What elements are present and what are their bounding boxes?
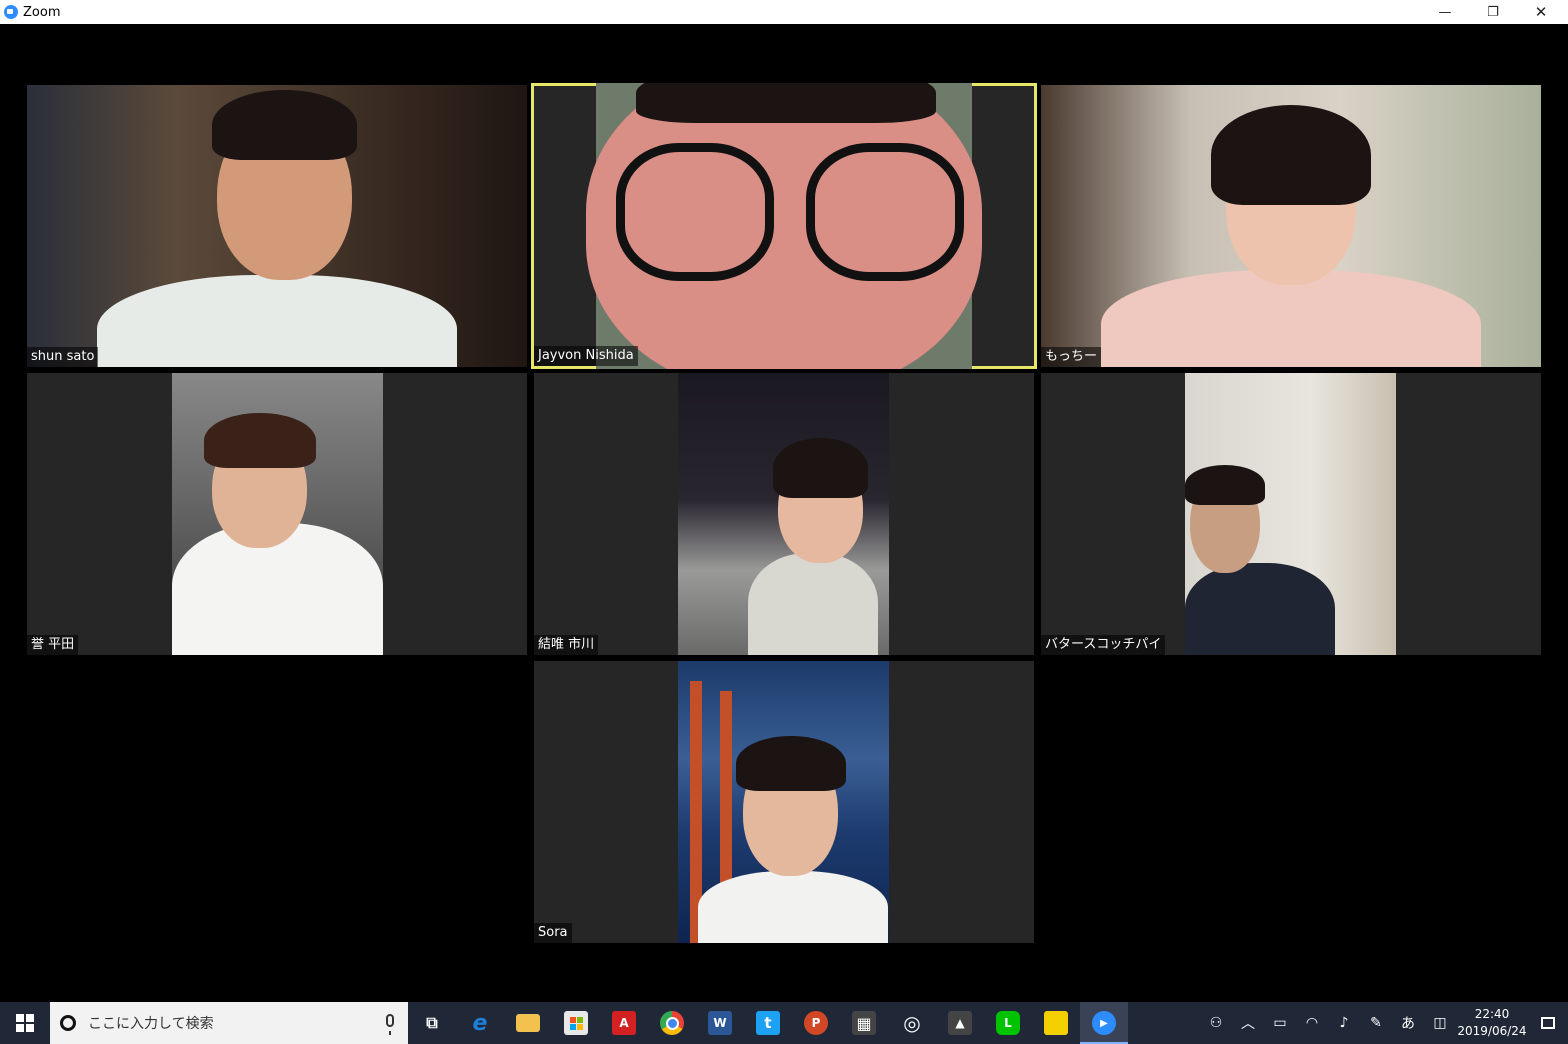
twitter-icon: t <box>756 1011 780 1035</box>
ime-indicator[interactable]: あ <box>1392 1002 1424 1044</box>
sticky-notes-icon <box>1044 1011 1068 1035</box>
sticky-notes-button[interactable] <box>1032 1002 1080 1044</box>
participant-name: もっちー <box>1041 347 1102 367</box>
video-feed <box>172 373 383 655</box>
chrome-icon <box>660 1011 684 1035</box>
video-tile-hirata[interactable]: 誉 平田 <box>27 373 527 655</box>
participant-name: 結唯 市川 <box>534 635 599 655</box>
gallery-view: shun sato Jayvon Nishida もっちー 誉 平田 結唯 市川… <box>0 24 1568 1002</box>
powerpoint-icon: P <box>804 1011 828 1035</box>
notification-icon <box>1541 1017 1555 1029</box>
video-feed <box>27 85 527 367</box>
ime-mode-icon[interactable]: ◫ <box>1424 1002 1456 1044</box>
groove-icon: ◎ <box>903 1011 921 1035</box>
file-explorer-button[interactable] <box>504 1002 552 1044</box>
minimize-button[interactable]: — <box>1422 0 1468 24</box>
window-title: Zoom <box>23 4 61 20</box>
battery-icon[interactable]: ▭ <box>1264 1002 1296 1044</box>
zoom-logo-icon <box>4 5 18 19</box>
twitter-button[interactable]: t <box>744 1002 792 1044</box>
task-view-icon: ⧉ <box>426 1013 438 1032</box>
restore-button[interactable]: ❐ <box>1470 0 1516 24</box>
store-icon <box>564 1011 588 1035</box>
search-placeholder: ここに入力して検索 <box>88 1016 214 1032</box>
video-tile-ichikawa[interactable]: 結唯 市川 <box>534 373 1034 655</box>
video-tile-jayvon-nishida[interactable]: Jayvon Nishida <box>531 83 1037 369</box>
cortana-icon <box>60 1015 76 1031</box>
clock-time: 22:40 <box>1474 1007 1510 1021</box>
photos-button[interactable]: ▲ <box>936 1002 984 1044</box>
video-feed <box>1041 85 1541 367</box>
photos-icon: ▲ <box>948 1011 972 1035</box>
people-icon[interactable]: ⚇ <box>1200 1002 1232 1044</box>
windows-taskbar: ここに入力して検索 ⧉ e A W t P ▦ ◎ ▲ L ▶ ⚇ ︿ ▭ ◠ … <box>0 1002 1568 1044</box>
clock[interactable]: 22:40 2019/06/24 <box>1456 1006 1528 1040</box>
video-feed <box>1185 373 1396 655</box>
participant-name: 誉 平田 <box>27 635 79 655</box>
chrome-button[interactable] <box>648 1002 696 1044</box>
video-tile-mocchi[interactable]: もっちー <box>1041 85 1541 367</box>
taskbar-search-box[interactable]: ここに入力して検索 <box>50 1002 408 1044</box>
participant-name: Jayvon Nishida <box>534 346 638 366</box>
acrobat-icon: A <box>612 1011 636 1035</box>
video-feed <box>678 373 889 655</box>
pen-icon[interactable]: ✎ <box>1360 1002 1392 1044</box>
edge-icon: e <box>472 1010 488 1036</box>
wifi-icon[interactable]: ◠ <box>1296 1002 1328 1044</box>
video-tile-shun-sato[interactable]: shun sato <box>27 85 527 367</box>
system-tray: ⚇ ︿ ▭ ◠ ♪ ✎ あ ◫ 22:40 2019/06/24 <box>1200 1002 1568 1044</box>
windows-logo-icon <box>16 1014 34 1032</box>
video-feed <box>586 83 982 369</box>
video-tile-butterscotch-pie[interactable]: バタースコッチパイ <box>1041 373 1541 655</box>
participant-name: shun sato <box>27 347 99 367</box>
powerpoint-button[interactable]: P <box>792 1002 840 1044</box>
clock-date: 2019/06/24 <box>1457 1024 1527 1038</box>
task-view-button[interactable]: ⧉ <box>408 1002 456 1044</box>
microphone-icon[interactable] <box>386 1014 394 1035</box>
close-button[interactable]: ✕ <box>1518 0 1564 24</box>
file-explorer-icon <box>516 1014 540 1032</box>
calculator-icon: ▦ <box>852 1011 876 1035</box>
zoom-taskbar-button[interactable]: ▶ <box>1080 1002 1128 1044</box>
participant-name: バタースコッチパイ <box>1041 635 1166 655</box>
line-button[interactable]: L <box>984 1002 1032 1044</box>
video-feed <box>678 661 889 943</box>
title-bar: Zoom — ❐ ✕ <box>0 0 1568 24</box>
action-center-button[interactable] <box>1528 1002 1568 1044</box>
volume-icon[interactable]: ♪ <box>1328 1002 1360 1044</box>
groove-music-button[interactable]: ◎ <box>888 1002 936 1044</box>
word-icon: W <box>708 1011 732 1035</box>
participant-name: Sora <box>534 923 572 943</box>
acrobat-button[interactable]: A <box>600 1002 648 1044</box>
edge-button[interactable]: e <box>456 1002 504 1044</box>
chevron-up-icon[interactable]: ︿ <box>1232 1002 1264 1044</box>
start-button[interactable] <box>0 1002 50 1044</box>
store-button[interactable] <box>552 1002 600 1044</box>
video-tile-sora[interactable]: Sora <box>534 661 1034 943</box>
word-button[interactable]: W <box>696 1002 744 1044</box>
zoom-icon: ▶ <box>1092 1011 1116 1035</box>
calculator-button[interactable]: ▦ <box>840 1002 888 1044</box>
line-icon: L <box>996 1011 1020 1035</box>
